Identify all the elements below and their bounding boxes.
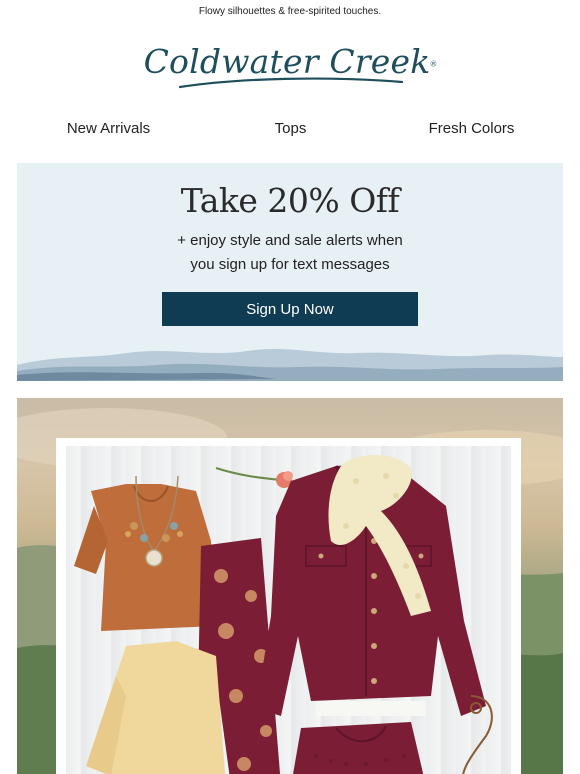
sms-promo-banner: Take 20% Off + enjoy style and sale aler… xyxy=(17,163,563,381)
sign-up-now-button[interactable]: Sign Up Now xyxy=(162,292,418,326)
promo-subtitle-line-1: + enjoy style and sale alerts when xyxy=(177,232,403,249)
promo-subtitle-line-2: you sign up for text messages xyxy=(190,256,390,273)
hero-photo-frame xyxy=(56,438,521,774)
outfit-flatlay-illustration xyxy=(74,454,493,774)
wood-board-background xyxy=(66,446,511,774)
hero-outfit-image[interactable] xyxy=(17,398,563,774)
promo-subtitle: + enjoy style and sale alerts when you s… xyxy=(17,229,563,277)
preheader-text: Flowy silhouettes & free-spirited touche… xyxy=(198,6,382,17)
nav-new-arrivals[interactable]: New Arrivals xyxy=(12,120,205,137)
nav-fresh-colors[interactable]: Fresh Colors xyxy=(375,120,568,137)
mountain-landscape-image xyxy=(17,339,563,381)
main-nav: New Arrivals Tops Fresh Colors xyxy=(0,120,580,142)
nav-tops[interactable]: Tops xyxy=(194,120,387,137)
logo-swoosh-icon xyxy=(178,77,404,89)
brand-logo[interactable]: Coldwater Creek® xyxy=(0,42,580,89)
promo-title: Take 20% Off xyxy=(180,181,400,220)
logo-registered-mark: ® xyxy=(430,59,437,69)
